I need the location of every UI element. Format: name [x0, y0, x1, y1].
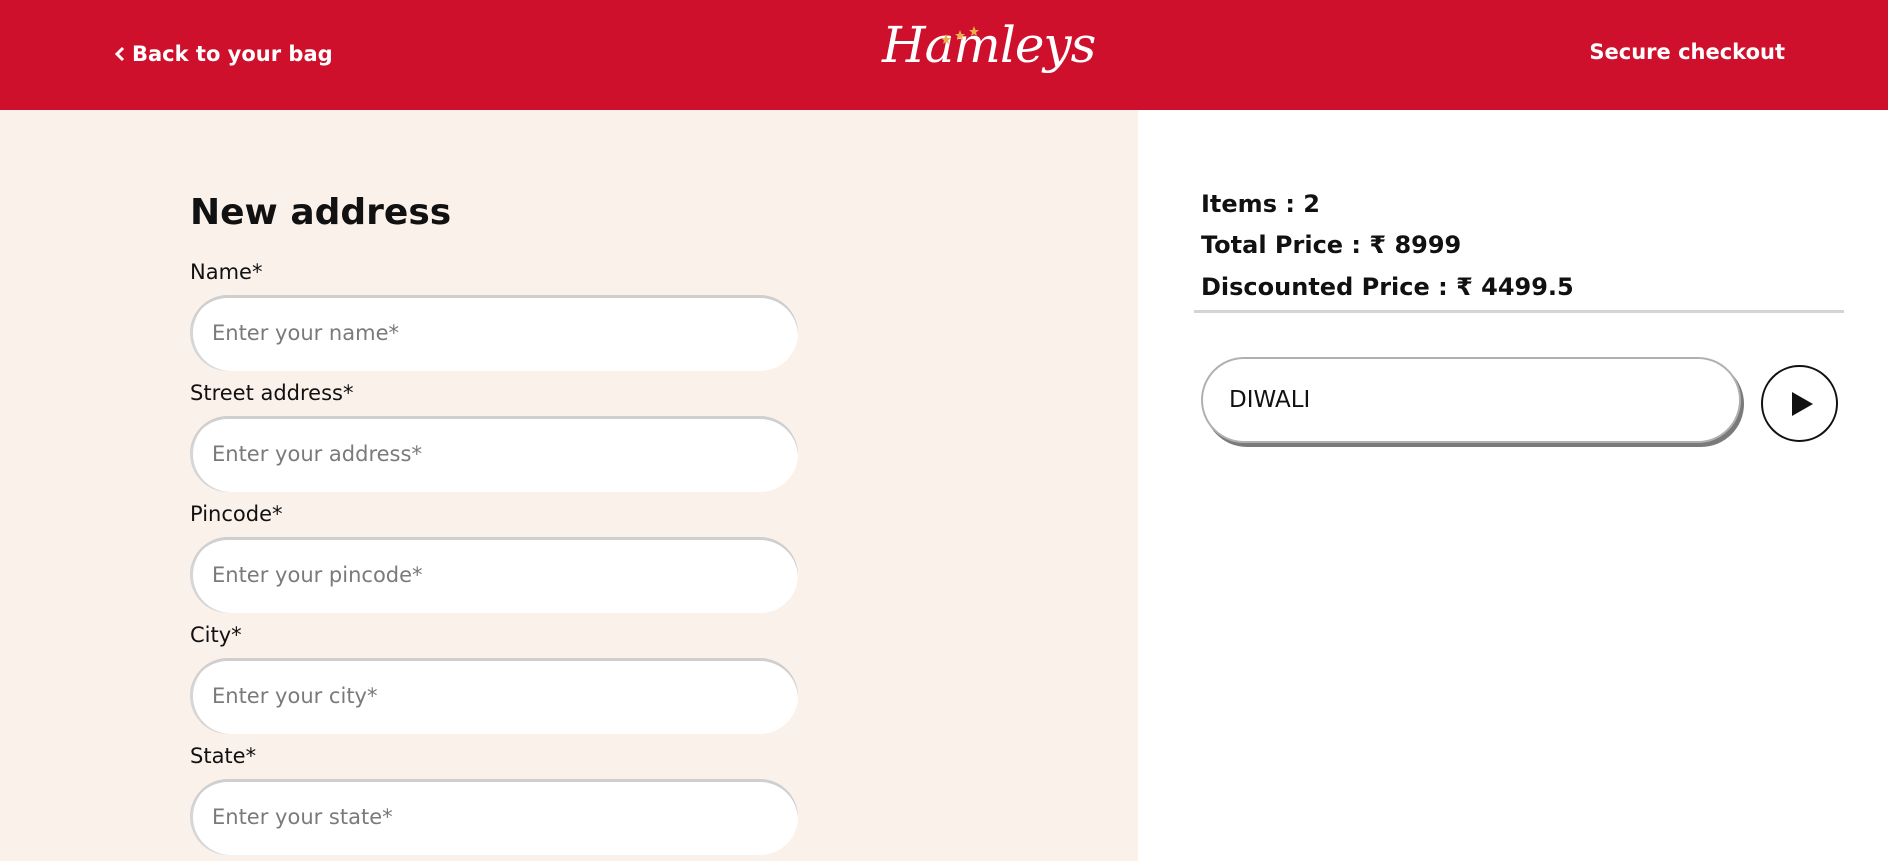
- items-count: Items : 2: [1201, 190, 1320, 218]
- address-form-panel: New address Name* Street address* Pincod…: [0, 110, 1138, 861]
- hamleys-logo[interactable]: Hamleys: [882, 10, 1096, 96]
- play-icon: [1791, 391, 1813, 416]
- chevron-left-icon: [114, 46, 125, 62]
- name-input[interactable]: [190, 295, 798, 371]
- form-title: New address: [190, 192, 452, 233]
- pincode-input[interactable]: [190, 537, 798, 613]
- order-summary-panel: Items : 2 Total Price : ₹ 8999 Discounte…: [1138, 110, 1888, 861]
- discounted-price: Discounted Price : ₹ 4499.5: [1201, 273, 1574, 301]
- city-label: City*: [190, 623, 242, 647]
- summary-divider: [1194, 310, 1844, 313]
- logo-stars-icon: [941, 26, 979, 44]
- state-label: State*: [190, 744, 257, 768]
- state-input[interactable]: [190, 779, 798, 855]
- street-address-label: Street address*: [190, 381, 354, 405]
- city-input[interactable]: [190, 658, 798, 734]
- coupon-code-input[interactable]: [1201, 357, 1741, 443]
- back-to-bag-link[interactable]: Back to your bag: [114, 40, 333, 68]
- back-to-bag-label: Back to your bag: [132, 42, 333, 66]
- secure-checkout-label: Secure checkout: [1589, 40, 1785, 64]
- total-price: Total Price : ₹ 8999: [1201, 231, 1462, 259]
- street-address-input[interactable]: [190, 416, 798, 492]
- apply-coupon-button[interactable]: [1761, 365, 1838, 442]
- name-label: Name*: [190, 260, 263, 284]
- pincode-label: Pincode*: [190, 502, 283, 526]
- checkout-header: Back to your bag Hamleys Secure checkout: [0, 0, 1888, 110]
